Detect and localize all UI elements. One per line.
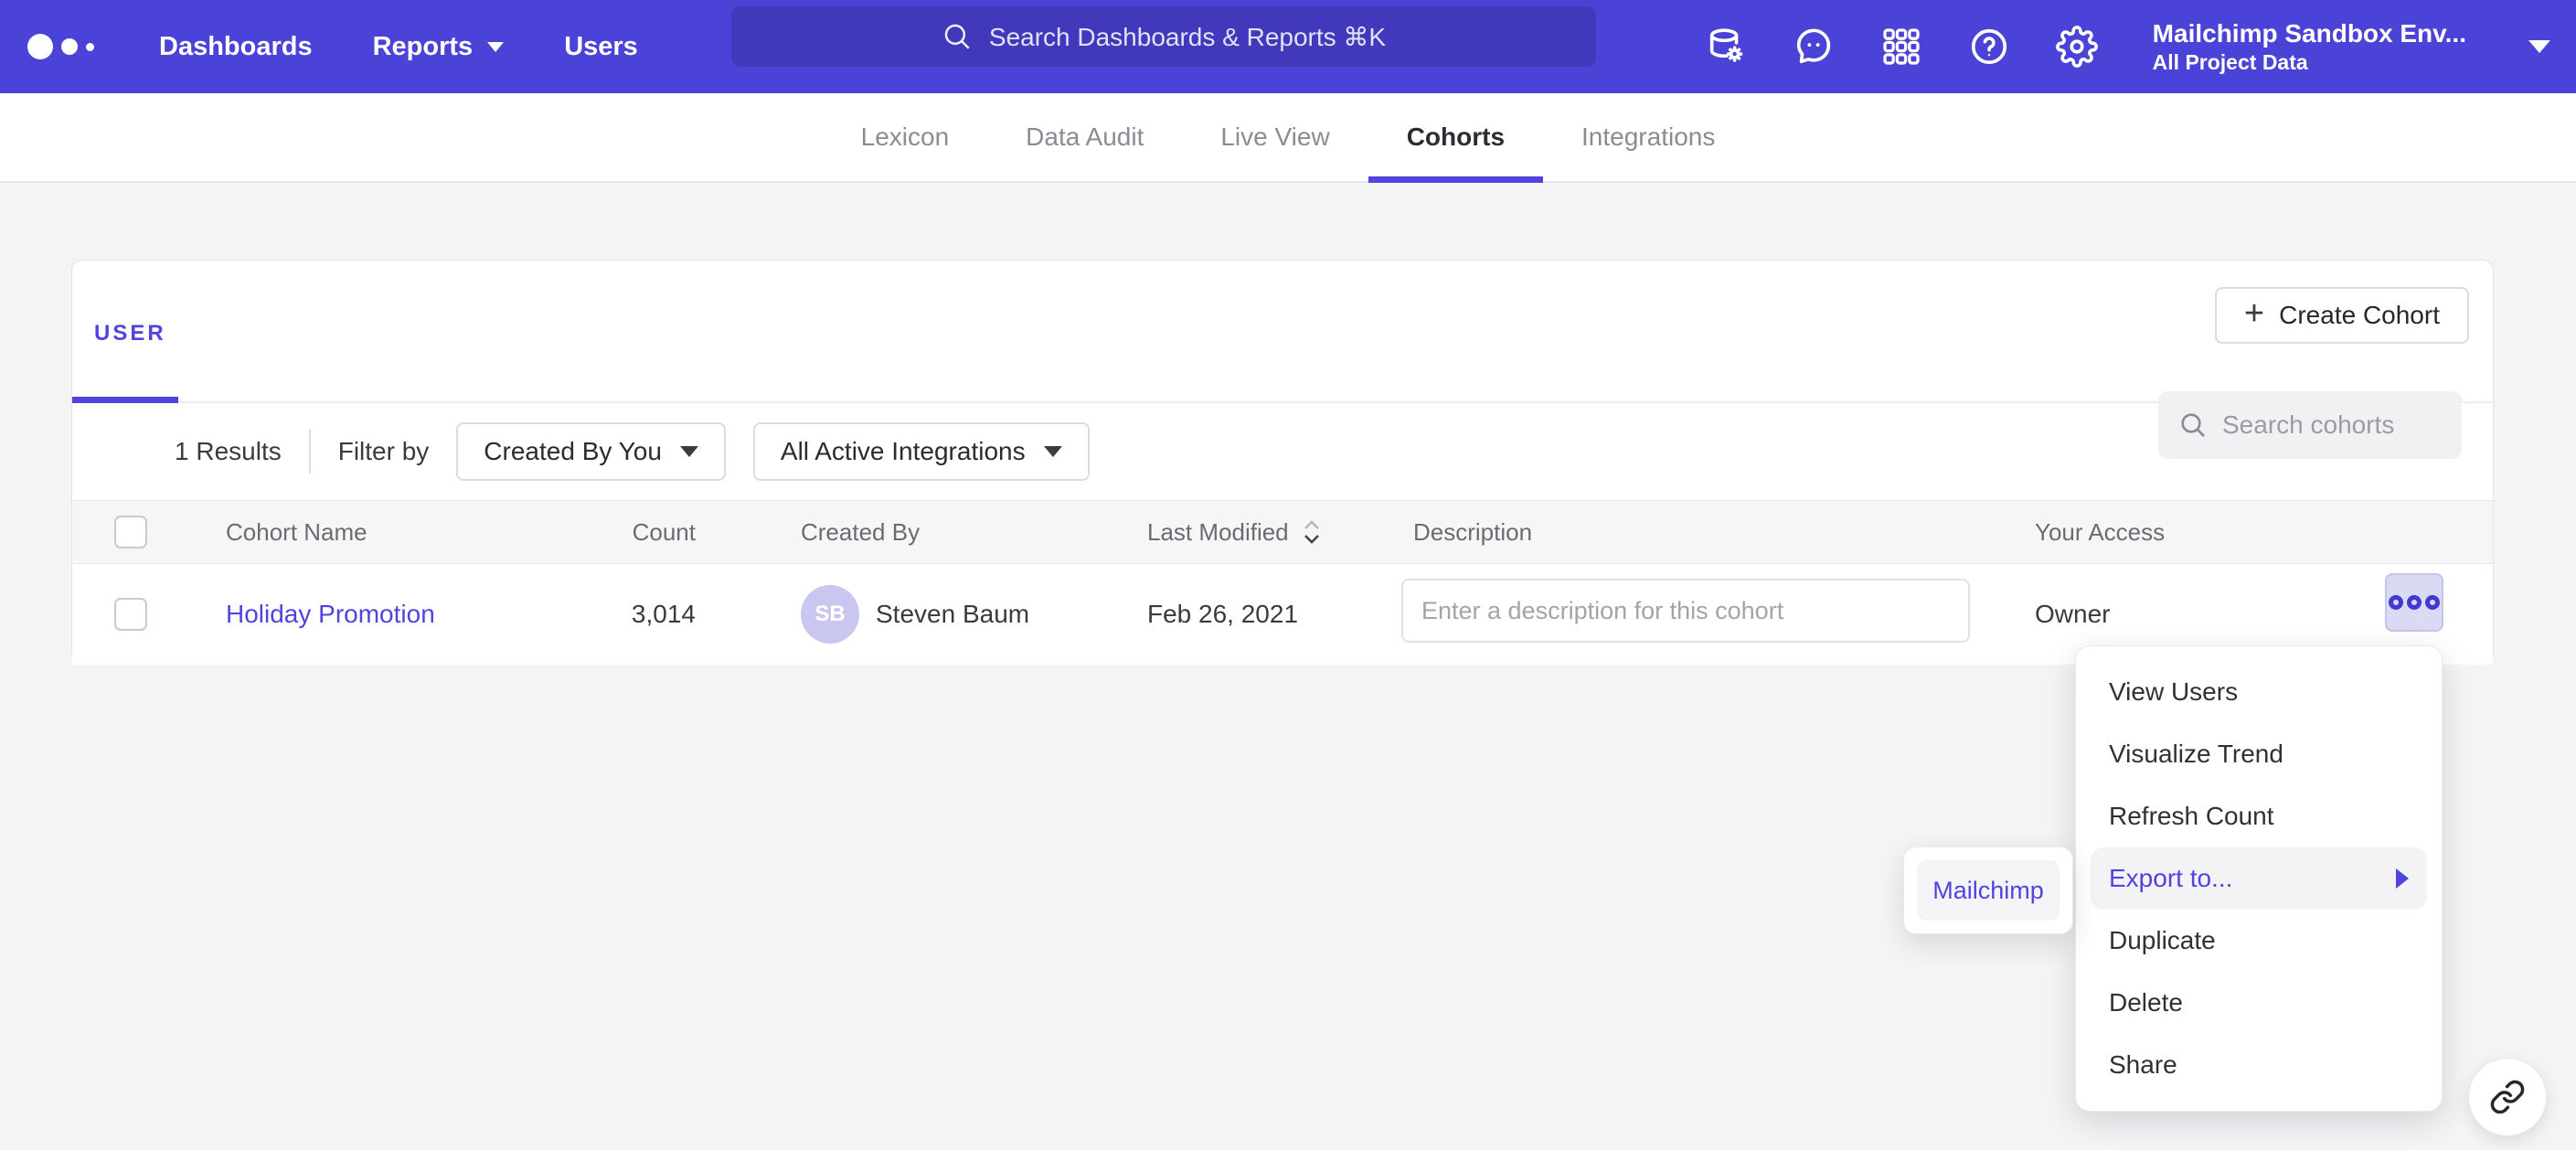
row-menu-button[interactable] [2385, 573, 2443, 632]
column-count: Count [529, 501, 696, 563]
data-management-tabs: Lexicon Data Audit Live View Cohorts Int… [0, 93, 2576, 183]
apps-grid-icon[interactable] [1880, 26, 1922, 68]
tab-label: USER [94, 321, 166, 346]
filter-label: All Active Integrations [781, 437, 1026, 466]
tab-label: Live View [1220, 122, 1329, 152]
project-switcher[interactable]: Mailchimp Sandbox Env... All Project Dat… [2153, 17, 2466, 76]
nav-item-dashboards[interactable]: Dashboards [159, 32, 313, 62]
menu-item-label: Export to... [2109, 864, 2232, 893]
sort-icon [1302, 516, 1322, 548]
menu-item-export-to[interactable]: Export to... [2091, 847, 2427, 910]
settings-icon[interactable] [2056, 26, 2098, 68]
help-icon[interactable] [1968, 26, 2010, 68]
tab-live-view[interactable]: Live View [1182, 93, 1368, 181]
chevron-down-icon [487, 42, 504, 52]
column-cohort-name: Cohort Name [226, 501, 527, 563]
table-header: Cohort Name Count Created By Last Modifi… [72, 500, 2493, 564]
cohort-search [2158, 391, 2462, 459]
search-icon [942, 21, 973, 52]
column-label: Last Modified [1147, 518, 1289, 547]
export-submenu: Mailchimp [1903, 847, 2073, 934]
more-options-icon [2425, 595, 2440, 610]
tab-user-cohorts[interactable]: USER [94, 321, 166, 346]
menu-item-delete[interactable]: Delete [2091, 972, 2427, 1034]
tab-lexicon[interactable]: Lexicon [823, 93, 988, 181]
create-cohort-label: Create Cohort [2279, 301, 2440, 330]
tab-label: Data Audit [1026, 122, 1144, 152]
project-name: Mailchimp Sandbox Env... [2153, 17, 2466, 49]
column-last-modified[interactable]: Last Modified [1147, 501, 1322, 563]
data-management-icon[interactable] [1705, 26, 1747, 68]
create-cohort-button[interactable]: + Create Cohort [2215, 287, 2469, 344]
link-icon [2489, 1079, 2526, 1115]
top-nav-right: Mailchimp Sandbox Env... All Project Dat… [1705, 0, 2550, 93]
creator-name: Steven Baum [876, 600, 1029, 629]
cohorts-card: USER + Create Cohort 1 Results Filter by… [71, 260, 2494, 664]
last-modified-date: Feb 26, 2021 [1147, 564, 1298, 665]
row-checkbox[interactable] [114, 598, 147, 631]
tab-cohorts[interactable]: Cohorts [1368, 93, 1543, 181]
nav-item-label: Users [564, 32, 638, 62]
tab-integrations[interactable]: Integrations [1543, 93, 1753, 181]
mixpanel-logo-icon[interactable] [27, 34, 128, 59]
top-nav-links: Dashboards Reports Users [159, 32, 638, 62]
select-all-checkbox[interactable] [114, 516, 147, 548]
menu-item-view-users[interactable]: View Users [2091, 661, 2427, 723]
filter-by-label: Filter by [338, 437, 430, 466]
tab-label: Integrations [1581, 122, 1715, 152]
nav-item-reports[interactable]: Reports [373, 32, 505, 62]
nav-item-label: Dashboards [159, 32, 313, 62]
more-options-icon [2407, 595, 2422, 610]
avatar: SB [801, 585, 859, 644]
column-created-by: Created By [801, 501, 920, 563]
description-input[interactable] [1401, 579, 1970, 643]
column-description: Description [1413, 501, 1532, 563]
menu-item-visualize-trend[interactable]: Visualize Trend [2091, 723, 2427, 785]
active-tab-underline [1368, 176, 1543, 183]
filter-label: Created By You [484, 437, 662, 466]
submenu-arrow-icon [2396, 868, 2409, 889]
global-search-placeholder: Search Dashboards & Reports ⌘K [989, 22, 1386, 52]
plus-icon: + [2244, 296, 2264, 331]
results-count: 1 Results [175, 437, 282, 466]
cohort-type-tabs: USER + Create Cohort [72, 261, 2493, 403]
active-tab-underline [72, 397, 178, 403]
copy-link-button[interactable] [2468, 1058, 2547, 1136]
nav-item-users[interactable]: Users [564, 32, 638, 62]
nav-item-label: Reports [373, 32, 474, 62]
search-icon [2178, 410, 2208, 440]
chevron-down-icon [680, 446, 698, 457]
chevron-down-icon [1044, 446, 1062, 457]
tab-label: Lexicon [861, 122, 950, 152]
divider [309, 430, 311, 474]
cohort-count: 3,014 [529, 564, 696, 665]
integrations-filter[interactable]: All Active Integrations [753, 422, 1090, 481]
more-options-icon [2389, 595, 2403, 610]
menu-item-refresh-count[interactable]: Refresh Count [2091, 785, 2427, 847]
top-navigation: Dashboards Reports Users Search Dashboar… [0, 0, 2576, 93]
created-by-filter[interactable]: Created By You [456, 422, 726, 481]
filter-bar: 1 Results Filter by Created By You All A… [72, 403, 2493, 500]
global-search-input[interactable]: Search Dashboards & Reports ⌘K [731, 6, 1596, 67]
cohort-name-link[interactable]: Holiday Promotion [226, 600, 435, 629]
tab-label: Cohorts [1407, 122, 1505, 152]
column-your-access: Your Access [2035, 501, 2165, 563]
menu-item-share[interactable]: Share [2091, 1034, 2427, 1096]
project-subtitle: All Project Data [2153, 49, 2466, 76]
submenu-item-mailchimp[interactable]: Mailchimp [1917, 860, 2060, 921]
chevron-down-icon[interactable] [2528, 40, 2550, 53]
menu-item-duplicate[interactable]: Duplicate [2091, 910, 2427, 972]
context-menu: View Users Visualize Trend Refresh Count… [2075, 645, 2443, 1112]
tab-data-audit[interactable]: Data Audit [987, 93, 1182, 181]
feedback-icon[interactable] [1793, 26, 1835, 68]
cohort-search-input[interactable] [2222, 410, 2432, 440]
